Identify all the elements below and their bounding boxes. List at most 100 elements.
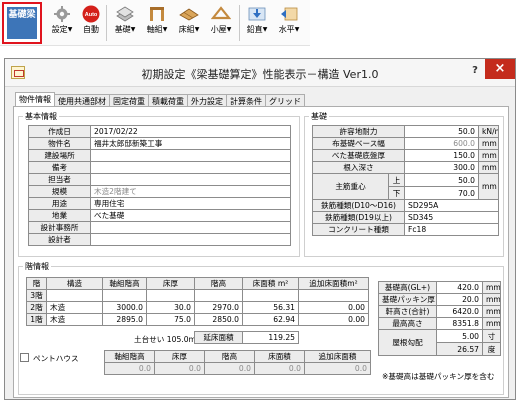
tab-strip: 物件情報 使用共通部材 固定荷重 積載荷重 外力設定 計算条件 グリッド (15, 92, 305, 108)
settings-button[interactable]: 設定▼ (47, 3, 77, 43)
foundation-label: 基礎 (114, 25, 131, 34)
location-field[interactable] (90, 149, 291, 162)
penthouse-frame-height: 0.0 (104, 362, 155, 375)
table-row: コンクリート種類 Fc18 (312, 223, 500, 236)
story-height-field: 2850.0 (194, 313, 243, 326)
help-button[interactable]: ? (467, 65, 483, 79)
rebar-lower-field[interactable]: 70.0 (403, 186, 480, 200)
roof-button[interactable]: 小屋▼ (206, 3, 236, 43)
max-height-field[interactable]: 8351.8 (436, 317, 483, 330)
frame-icon (150, 7, 164, 21)
roof-label: 小屋 (210, 25, 227, 34)
rebar-center-label: 主筋重心 (312, 173, 389, 200)
floor-thickness-field[interactable]: 30.0 (146, 301, 195, 314)
property-name-label: 物件名 (28, 137, 91, 150)
mat-slab-thickness-field[interactable]: 150.0 (403, 149, 480, 162)
dialog-title: 初期設定《梁基礎算定》性能表示－構造 Ver1.0 (141, 68, 379, 81)
chevron-down-icon: ▼ (226, 26, 232, 33)
sill-height-text: 土台せい 105.0mm (134, 335, 204, 344)
table-row: 屋根勾配 5.00 寸 (378, 329, 501, 356)
table-row: 基礎パッキン厚 20.0 mm (378, 293, 501, 306)
extra-area-field[interactable]: 0.00 (298, 301, 369, 314)
allowable-bearing-label: 許容地耐力 (312, 125, 405, 138)
structure-field[interactable]: 木造 (46, 313, 103, 326)
rebar-upper-field[interactable]: 50.0 (403, 173, 480, 187)
extra-area-field[interactable]: 0.00 (298, 313, 369, 326)
frame-button[interactable]: 軸組▼ (142, 3, 172, 43)
unit-label: mm (478, 149, 500, 162)
eave-height-field: 6420.0 (436, 305, 483, 318)
floor-button[interactable]: 床組▼ (174, 3, 204, 43)
ribbon-toolbar: 基礎梁 設定▼ Auto 自動 基礎▼ 軸組▼ 床組▼ 小屋▼ 鉛直▼ 水平▼ (0, 0, 310, 46)
structure-field[interactable] (46, 289, 103, 302)
usage-field[interactable]: 専用住宅 (90, 197, 291, 210)
horizontal-icon (281, 7, 298, 21)
foundation-beam-label: 基礎梁 (7, 7, 37, 39)
foundation-height-field[interactable]: 420.0 (436, 281, 483, 294)
table-row: べた基礎底盤厚 150.0 mm (312, 149, 500, 162)
frame-height-field[interactable] (102, 289, 147, 302)
rebar-type-large-field[interactable]: SD345 (403, 211, 500, 224)
horizontal-load-button[interactable]: 水平▼ (274, 3, 304, 43)
basic-info-table: 作成日 2017/02/22 物件名 福井太郎邸新築工事 建設場所 備考 担当者 規… (28, 125, 291, 246)
chevron-down-icon: ▼ (130, 26, 136, 33)
auto-button[interactable]: Auto 自動 (79, 3, 103, 43)
header-structure: 構造 (46, 277, 103, 290)
floor-thickness-field[interactable]: 75.0 (146, 313, 195, 326)
floor-thickness-field[interactable] (146, 289, 195, 302)
foundation-button[interactable]: 基礎▼ (110, 3, 140, 43)
header-floor-area: 床面積 (254, 350, 305, 363)
concrete-type-label: コンクリート種類 (312, 223, 405, 236)
packing-thickness-field[interactable]: 20.0 (436, 293, 483, 306)
floor-icon (179, 8, 199, 21)
rebar-type-small-field[interactable]: SD295A (403, 199, 500, 212)
header-floor-area: 床面積 m² (242, 277, 299, 290)
concrete-type-field[interactable]: Fc18 (403, 223, 500, 236)
designer-field[interactable] (90, 233, 291, 246)
floor-area-field (242, 289, 299, 302)
table-row: 基礎高(GL+) 420.0 mm (378, 281, 501, 294)
table-row: 軒高さ(合計) 6420.0 mm (378, 305, 501, 318)
penthouse-label: ペントハウス (33, 354, 79, 363)
foundation-beam-button[interactable]: 基礎梁 (2, 2, 42, 44)
design-office-label: 設計事務所 (28, 221, 91, 234)
vertical-load-button[interactable]: 鉛直▼ (242, 3, 272, 43)
horizontal-label: 水平 (278, 25, 295, 34)
usage-label: 用途 (28, 197, 91, 210)
groundwork-field[interactable]: べた基礎 (90, 209, 291, 222)
location-label: 建設場所 (28, 149, 91, 162)
header-extra-area: 追加床面積 (304, 350, 371, 363)
frame-height-field[interactable]: 3000.0 (102, 301, 147, 314)
structure-field[interactable]: 木造 (46, 301, 103, 314)
unit-label: mm (482, 317, 501, 330)
table-row: 延床面積 119.25 (194, 331, 299, 344)
dialog-titlebar[interactable]: 初期設定《梁基礎算定》性能表示－構造 Ver1.0 ? × (5, 59, 515, 87)
scale-field: 木造2階建て (90, 185, 291, 198)
remarks-field[interactable] (90, 161, 291, 174)
table-row: 鉄筋種類(D10～D16) SD295A (312, 199, 500, 212)
vertical-icon (248, 7, 266, 21)
created-date-field[interactable]: 2017/02/22 (90, 125, 291, 138)
penthouse-checkbox[interactable] (20, 353, 29, 362)
frame-label: 軸組 (146, 25, 163, 34)
header-floor-thickness: 床厚 (146, 277, 195, 290)
person-in-charge-field[interactable] (90, 173, 291, 186)
floor-area-field: 62.94 (242, 313, 299, 326)
embedment-depth-field[interactable]: 300.0 (403, 161, 480, 174)
chevron-down-icon: ▼ (294, 26, 300, 33)
frame-height-field[interactable]: 2895.0 (102, 313, 147, 326)
allowable-bearing-field[interactable]: 50.0 (403, 125, 480, 138)
foundation-table: 許容地耐力50.0kN/m² 布基礎ベース幅600.0mm べた基礎底盤厚150… (312, 125, 500, 236)
table-row: 担当者 (28, 173, 291, 186)
unit-label: mm (478, 137, 500, 150)
roof-pitch-field[interactable]: 5.00 (436, 329, 483, 343)
unit-label: kN/m² (478, 125, 500, 138)
design-office-field[interactable] (90, 221, 291, 234)
basic-info-legend: 基本情報 (25, 112, 57, 121)
settings-dialog: 初期設定《梁基礎算定》性能表示－構造 Ver1.0 ? × 物件情報 使用共通部材… (4, 58, 516, 400)
extra-area-field[interactable] (298, 289, 369, 302)
property-name-field[interactable]: 福井太郎邸新築工事 (90, 137, 291, 150)
table-row: 建設場所 (28, 149, 291, 162)
eave-height-label: 軒高さ(合計) (378, 305, 437, 318)
close-button[interactable]: × (485, 59, 515, 79)
